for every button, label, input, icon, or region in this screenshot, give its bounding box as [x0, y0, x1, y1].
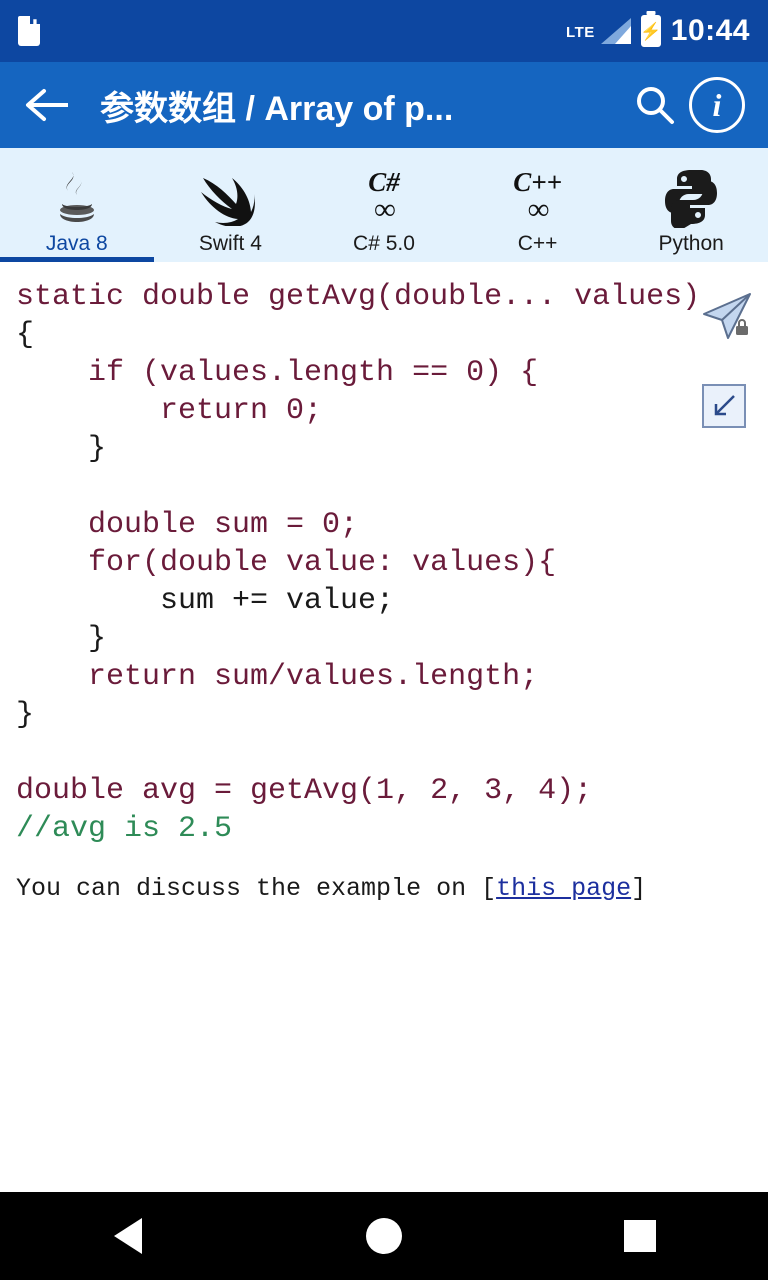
- code-line: sum += value;: [16, 584, 395, 618]
- nav-home-icon[interactable]: [336, 1192, 432, 1280]
- language-tab-bar: Java 8 Swift 4 C# ∞ C# 5.0 C++ ∞ C++ Pyt…: [0, 148, 768, 262]
- code-content-area: static double getAvg(double... values) {…: [0, 262, 768, 1192]
- battery-charging-icon: ⚡: [640, 15, 661, 47]
- search-icon[interactable]: [624, 74, 686, 136]
- status-bar-clock: 10:44: [670, 14, 750, 47]
- java-icon: [46, 164, 108, 230]
- tab-swift-4[interactable]: Swift 4: [154, 148, 308, 262]
- discuss-note: You can discuss the example on [this pag…: [16, 874, 768, 903]
- code-line: {: [16, 318, 35, 352]
- code-line: if (values.length == 0) {: [16, 356, 539, 390]
- tab-java-8[interactable]: Java 8: [0, 148, 154, 262]
- tab-label: Java 8: [45, 232, 108, 255]
- code-line: double sum = 0;: [16, 508, 359, 542]
- code-line: double avg = getAvg(1, 2, 3, 4);: [16, 774, 593, 808]
- signal-bars-icon: [600, 18, 631, 44]
- tab-label: Python: [658, 232, 724, 255]
- network-type-label: LTE: [566, 24, 595, 41]
- discuss-prefix: You can discuss the example on [: [16, 874, 497, 903]
- status-bar-right: LTE ⚡ 10:44: [566, 14, 750, 48]
- tab-python[interactable]: Python: [614, 148, 768, 262]
- code-block: static double getAvg(double... values) {…: [0, 262, 768, 848]
- code-line: return sum/values.length;: [16, 660, 539, 694]
- code-line: return 0;: [16, 394, 323, 428]
- code-line: }: [16, 432, 107, 466]
- tab-cplusplus[interactable]: C++ ∞ C++: [461, 148, 615, 262]
- swift-bird-icon: [197, 164, 263, 230]
- collapse-arrow-icon[interactable]: [702, 384, 746, 428]
- code-line: static double getAvg(double... values): [16, 280, 701, 314]
- status-bar: LTE ⚡ 10:44: [0, 0, 768, 62]
- code-line: }: [16, 698, 35, 732]
- tab-label: Swift 4: [198, 232, 262, 255]
- tab-csharp-50[interactable]: C# ∞ C# 5.0: [307, 148, 461, 262]
- app-bar: 参数数组 / Array of p... i: [0, 62, 768, 148]
- status-bar-left: [18, 16, 40, 46]
- discuss-suffix: ]: [631, 874, 647, 903]
- discuss-link[interactable]: this page: [496, 874, 631, 903]
- cplusplus-icon: C++ ∞: [513, 166, 562, 226]
- code-line: }: [16, 622, 107, 656]
- page-title: 参数数组 / Array of p...: [100, 89, 454, 128]
- back-arrow-icon[interactable]: [20, 77, 76, 133]
- code-line: //avg is 2.5: [16, 812, 233, 846]
- info-icon[interactable]: i: [686, 74, 748, 136]
- system-navigation-bar: [0, 1192, 768, 1280]
- code-line: for(double value: values){: [16, 546, 557, 580]
- nav-back-icon[interactable]: [80, 1192, 176, 1280]
- python-icon: [660, 164, 722, 230]
- info-icon-glyph: i: [689, 77, 745, 133]
- nav-recent-icon[interactable]: [592, 1192, 688, 1280]
- sd-card-icon: [18, 16, 40, 46]
- tab-label: C++: [517, 232, 558, 255]
- tab-label: C# 5.0: [353, 232, 415, 255]
- csharp-icon: C# ∞: [368, 166, 400, 226]
- send-paper-plane-icon[interactable]: [698, 288, 754, 344]
